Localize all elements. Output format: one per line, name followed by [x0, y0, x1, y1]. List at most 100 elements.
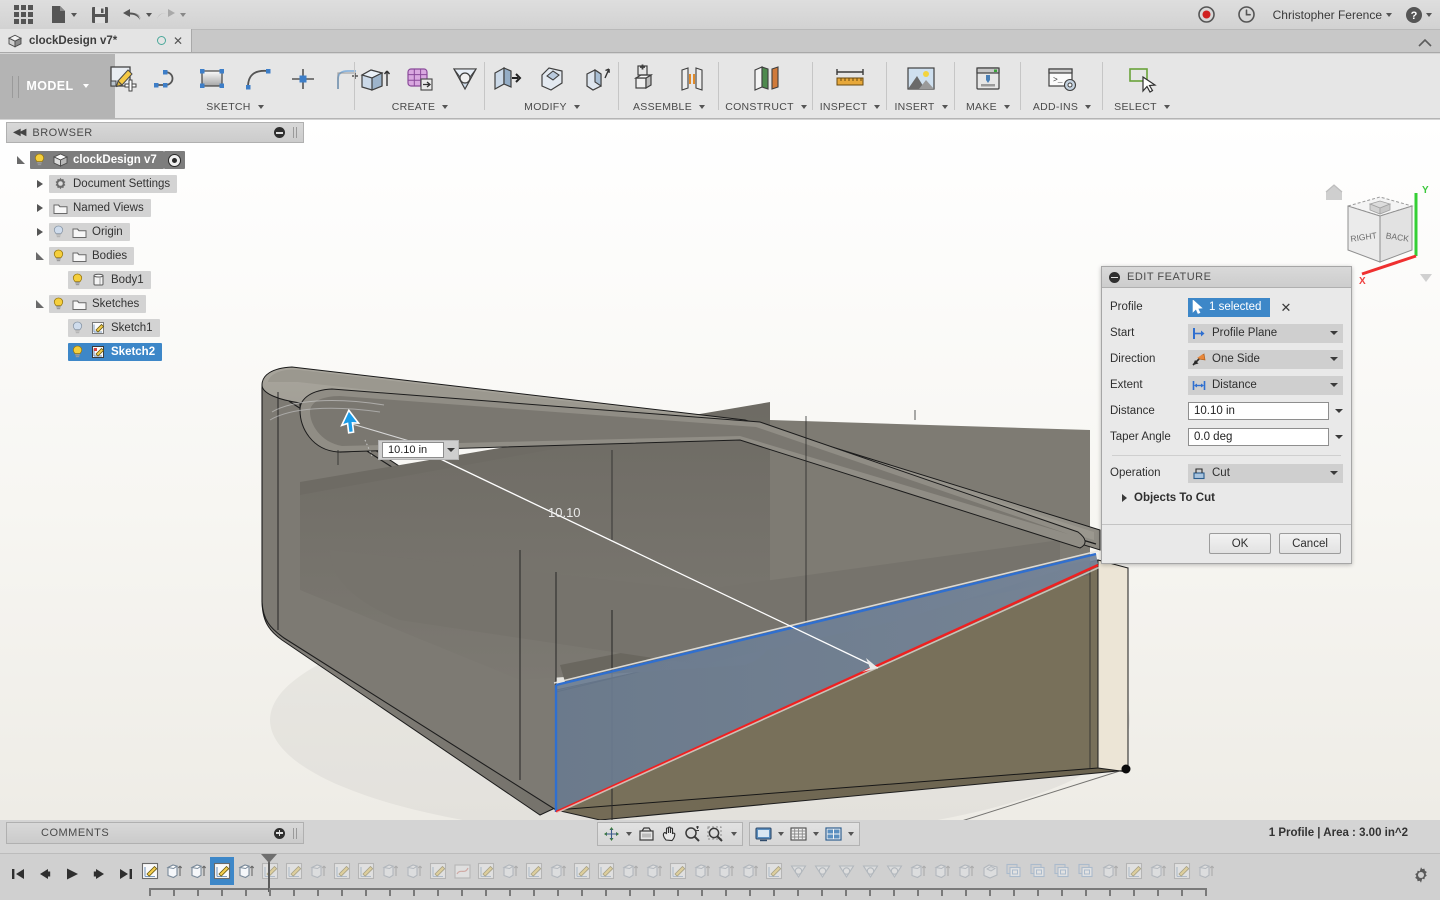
ok-button[interactable]: OK [1209, 533, 1271, 554]
play-icon[interactable] [60, 859, 84, 889]
redo-icon[interactable] [154, 0, 188, 30]
timeline-feature-extrude[interactable] [738, 857, 762, 885]
measure-icon[interactable] [823, 59, 877, 99]
timeline-feature-extrude[interactable] [498, 857, 522, 885]
browser-item-chip[interactable]: Origin [49, 223, 130, 241]
activate-chip[interactable] [163, 151, 185, 169]
ribbon-panel-label-construct[interactable]: CONSTRUCT [725, 101, 807, 113]
add-comment-icon[interactable] [274, 827, 285, 839]
ribbon-panel-label-sketch[interactable]: SKETCH [206, 101, 264, 113]
timeline-feature-extrude[interactable] [618, 857, 642, 885]
lightbulb-on-icon[interactable] [49, 249, 68, 264]
offset-plane-icon[interactable] [739, 59, 793, 99]
timeline-feature-extrude[interactable] [1146, 857, 1170, 885]
3d-print-icon[interactable] [961, 59, 1015, 99]
browser-item-chip[interactable]: clockDesign v7 [30, 151, 164, 169]
cancel-button[interactable]: Cancel [1279, 533, 1341, 554]
ribbon-panel-label-make[interactable]: MAKE [966, 101, 1010, 113]
document-tab[interactable]: clockDesign v7* ✕ [0, 29, 192, 52]
distance-dropdown-icon[interactable] [1335, 409, 1343, 413]
timeline-feature-sketch[interactable] [330, 857, 354, 885]
save-icon[interactable] [80, 0, 120, 30]
timeline-feature-extrude[interactable] [378, 857, 402, 885]
scripts-addins-icon[interactable]: >_ [1035, 59, 1089, 99]
lightbulb-on-icon[interactable] [49, 297, 68, 312]
timeline-marker[interactable] [261, 854, 277, 863]
taper-angle-dropdown-icon[interactable] [1335, 435, 1343, 439]
timeline-feature-sketch[interactable] [762, 857, 786, 885]
timeline-feature-sketch[interactable] [282, 857, 306, 885]
collapse-ribbon-icon[interactable] [1418, 38, 1432, 50]
timeline-feature-revolve[interactable] [834, 857, 858, 885]
line-icon[interactable] [146, 59, 190, 99]
lightbulb-on-icon[interactable] [30, 153, 49, 168]
press-pull-icon[interactable] [485, 59, 529, 99]
browser-item-chip[interactable]: Document Settings [49, 175, 178, 193]
ribbon-panel-label-create[interactable]: CREATE [392, 101, 449, 113]
timeline-feature-loft[interactable] [450, 857, 474, 885]
distance-input[interactable]: 10.10 in [1188, 402, 1329, 420]
step-back-icon[interactable] [33, 859, 57, 889]
timeline-feature-extrude[interactable] [546, 857, 570, 885]
timeline-track[interactable] [138, 854, 1440, 900]
dimension-dropdown-icon[interactable] [447, 448, 455, 452]
pan-icon[interactable] [658, 823, 681, 845]
timeline-feature-extrude[interactable] [906, 857, 930, 885]
browser-item-chip[interactable]: Sketch1 [68, 319, 160, 337]
select-cursor-icon[interactable] [1115, 59, 1169, 99]
browser-item-origin[interactable]: Origin [6, 220, 304, 244]
timeline-feature-sketch[interactable] [426, 857, 450, 885]
timeline-feature-extrude[interactable] [1098, 857, 1122, 885]
browser-item-named-views[interactable]: Named Views [6, 196, 304, 220]
chevron-down-icon[interactable] [12, 155, 30, 166]
chevron-down-icon[interactable] [31, 251, 49, 262]
timeline-feature-pattern[interactable] [1050, 857, 1074, 885]
browser-item-chip[interactable]: Bodies [49, 247, 135, 265]
workspace-selector[interactable]: MODEL [0, 54, 115, 118]
help-icon[interactable]: ? [1398, 0, 1440, 30]
clear-selection-icon[interactable]: ✕ [1280, 301, 1291, 314]
browser-item-sketch1[interactable]: Sketch1 [6, 316, 304, 340]
joint-icon[interactable] [670, 59, 714, 99]
browser-item-chip[interactable]: Sketches [49, 295, 147, 313]
grid-snap-icon[interactable] [787, 823, 822, 845]
record-icon[interactable] [1187, 0, 1227, 30]
timeline-feature-extrude[interactable] [690, 857, 714, 885]
lightbulb-off-icon[interactable] [49, 225, 68, 240]
ribbon-panel-label-select[interactable]: SELECT [1114, 101, 1170, 113]
browser-item-document-settings[interactable]: Document Settings [6, 172, 304, 196]
create-sketch-icon[interactable] [101, 59, 145, 99]
revolve-icon[interactable] [443, 59, 487, 99]
dimension-edit-box[interactable]: 10.10 in [378, 440, 459, 460]
timeline-feature-sketch[interactable] [138, 857, 162, 885]
timeline-feature-extrude[interactable] [1194, 857, 1218, 885]
timeline-feature-sketch[interactable] [210, 857, 234, 885]
comments-panel-header[interactable]: COMMENTS [6, 822, 304, 844]
timeline-feature-extrude[interactable] [954, 857, 978, 885]
new-component-icon[interactable] [625, 59, 669, 99]
new-document-icon[interactable] [46, 0, 80, 30]
arc-icon[interactable] [236, 59, 280, 99]
timeline-feature-extrude[interactable] [234, 857, 258, 885]
shell-icon[interactable] [575, 59, 619, 99]
browser-resize-grip[interactable] [293, 127, 297, 138]
timeline-feature-pattern[interactable] [1002, 857, 1026, 885]
timeline-feature-pattern[interactable] [1026, 857, 1050, 885]
chevron-down-icon[interactable] [31, 299, 49, 310]
viewports-icon[interactable] [822, 823, 857, 845]
timeline-feature-sketch[interactable] [1170, 857, 1194, 885]
lightbulb-on-icon[interactable] [68, 345, 87, 360]
timeline-feature-revolve[interactable] [786, 857, 810, 885]
timeline-feature-sketch[interactable] [354, 857, 378, 885]
zoom-window-icon[interactable] [704, 823, 740, 845]
edit-feature-dialog[interactable]: EDIT FEATURE Profile 1 selected ✕ Start [1101, 266, 1352, 564]
extent-dropdown[interactable]: Distance [1188, 375, 1343, 395]
look-at-icon[interactable] [635, 823, 658, 845]
rectangle-icon[interactable] [191, 59, 235, 99]
timeline-feature-pattern[interactable] [1074, 857, 1098, 885]
comments-resize-grip[interactable] [293, 827, 297, 839]
browser-item-sketch2[interactable]: Sketch2 [6, 340, 304, 364]
timeline-feature-sketch[interactable] [570, 857, 594, 885]
insert-image-icon[interactable] [894, 59, 948, 99]
ribbon-panel-label-insert[interactable]: INSERT [894, 101, 948, 113]
